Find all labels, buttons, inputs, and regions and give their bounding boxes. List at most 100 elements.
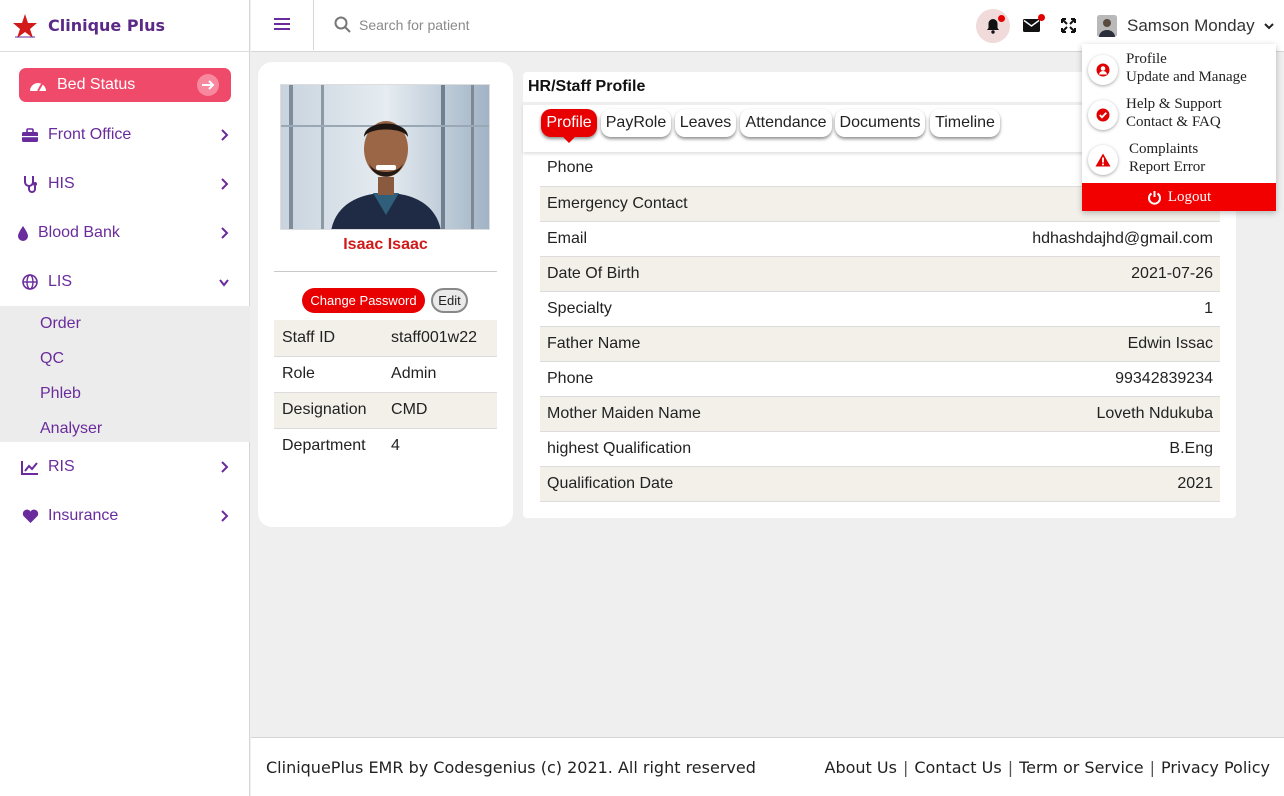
row-label: highest Qualification xyxy=(540,431,855,467)
edit-button[interactable]: Edit xyxy=(431,288,468,313)
menu-item-help[interactable]: Help & Support Contact & FAQ xyxy=(1082,91,1276,135)
sidebar: Clinique Plus Bed Status Front Office HI… xyxy=(0,0,250,796)
sidebar-item-ris[interactable]: RIS xyxy=(0,447,250,487)
arrow-right-icon xyxy=(197,74,219,96)
staff-photo xyxy=(280,84,490,230)
table-row: Designation CMD xyxy=(274,392,497,429)
table-row: Qualification Date 2021 xyxy=(540,466,1220,502)
user-name: Samson Monday xyxy=(1127,16,1255,35)
menu-toggle-icon[interactable] xyxy=(274,17,290,31)
sidebar-item-lis[interactable]: LIS xyxy=(0,262,250,302)
submenu-item-analyser[interactable]: Analyser xyxy=(40,420,102,438)
footer-separator: | xyxy=(1149,758,1155,777)
table-row: Department 4 xyxy=(274,428,497,464)
menu-item-profile[interactable]: Profile Update and Manage xyxy=(1082,46,1276,90)
chevron-down-icon xyxy=(1263,23,1274,30)
tab-leaves[interactable]: Leaves xyxy=(675,109,736,137)
submenu-item-order[interactable]: Order xyxy=(40,315,81,333)
table-row: highest Qualification B.Eng xyxy=(540,431,1220,467)
chevron-right-icon xyxy=(221,178,229,190)
user-circle-icon xyxy=(1088,55,1118,85)
submenu-item-phleb[interactable]: Phleb xyxy=(40,385,81,403)
sidebar-item-label: HIS xyxy=(48,175,75,192)
row-label: Email xyxy=(540,221,855,257)
gauge-icon xyxy=(30,83,46,92)
footer-link-privacy[interactable]: Privacy Policy xyxy=(1161,758,1270,777)
sidebar-item-label: Blood Bank xyxy=(38,224,120,241)
menu-item-subtitle: Report Error xyxy=(1129,159,1206,175)
row-label: Phone xyxy=(540,151,855,187)
field-value: Admin xyxy=(387,356,497,393)
tab-attendance[interactable]: Attendance xyxy=(740,109,832,137)
table-row: Date Of Birth 2021-07-26 xyxy=(540,256,1220,292)
sidebar-item-label: RIS xyxy=(48,458,75,475)
table-row: Staff ID staff001w22 xyxy=(274,320,497,357)
briefcase-icon xyxy=(20,126,40,144)
logout-button[interactable]: Logout xyxy=(1082,183,1276,211)
chevron-right-icon xyxy=(221,227,229,239)
user-menu-toggle[interactable]: Samson Monday xyxy=(1097,15,1275,37)
star-logo-icon xyxy=(13,13,37,38)
tab-payrole[interactable]: PayRole xyxy=(601,109,671,137)
footer-link-contact[interactable]: Contact Us xyxy=(914,758,1001,777)
row-label: Emergency Contact xyxy=(540,186,855,222)
menu-item-title: Profile xyxy=(1126,51,1167,67)
row-value: Edwin Issac xyxy=(854,326,1220,362)
expand-icon xyxy=(1060,17,1076,33)
menu-item-text: Complaints Report Error xyxy=(1129,140,1205,176)
power-icon xyxy=(1147,190,1161,205)
sidebar-item-label: Front Office xyxy=(48,126,132,143)
user-avatar xyxy=(1097,15,1117,37)
row-label: Date Of Birth xyxy=(540,256,855,292)
table-row: Role Admin xyxy=(274,356,497,393)
messages-button[interactable] xyxy=(1014,8,1048,42)
bed-status-button[interactable]: Bed Status xyxy=(19,68,231,102)
submenu-item-qc[interactable]: QC xyxy=(40,350,64,368)
footer-separator: | xyxy=(1007,758,1014,777)
envelope-icon xyxy=(1022,18,1040,32)
table-row: Specialty 1 xyxy=(540,291,1220,327)
footer-separator: | xyxy=(902,758,909,777)
footer-link-terms[interactable]: Term or Service xyxy=(1019,758,1143,777)
brand-name: Clinique Plus xyxy=(48,16,165,35)
notifications-button[interactable] xyxy=(976,9,1010,43)
sidebar-item-insurance[interactable]: Insurance xyxy=(0,496,250,536)
tab-timeline[interactable]: Timeline xyxy=(930,109,1000,137)
field-label: Role xyxy=(274,356,388,393)
brand[interactable]: Clinique Plus xyxy=(0,0,249,52)
chevron-right-icon xyxy=(221,461,229,473)
field-value: staff001w22 xyxy=(387,320,497,357)
tab-documents[interactable]: Documents xyxy=(835,109,925,137)
tab-profile[interactable]: Profile xyxy=(541,109,597,143)
change-password-button[interactable]: Change Password xyxy=(302,288,425,313)
menu-item-title: Complaints xyxy=(1129,141,1199,157)
chart-line-icon xyxy=(20,458,40,476)
field-value: CMD xyxy=(387,392,497,429)
field-label: Designation xyxy=(274,392,388,429)
row-value: 2021 xyxy=(854,466,1220,502)
topbar-divider xyxy=(313,0,314,50)
menu-item-subtitle: Update and Manage xyxy=(1126,69,1247,85)
row-value: Loveth Ndukuba xyxy=(854,396,1220,432)
sidebar-item-front-office[interactable]: Front Office xyxy=(0,115,250,155)
field-label: Department xyxy=(282,437,366,455)
check-circle-icon xyxy=(1088,100,1118,130)
menu-item-complaints[interactable]: Complaints Report Error xyxy=(1082,136,1276,180)
message-dot xyxy=(1038,14,1045,21)
sidebar-item-blood-bank[interactable]: Blood Bank xyxy=(0,213,250,253)
row-value: 1 xyxy=(854,291,1220,327)
globe-icon xyxy=(20,273,40,291)
droplet-icon xyxy=(16,224,30,242)
footer-link-about[interactable]: About Us xyxy=(825,758,897,777)
fullscreen-button[interactable] xyxy=(1051,8,1085,42)
footer: CliniquePlus EMR by Codesgenius (c) 2021… xyxy=(251,737,1284,796)
row-value: 99342839234 xyxy=(854,361,1220,397)
table-row: Mother Maiden Name Loveth Ndukuba xyxy=(540,396,1220,432)
menu-item-title: Help & Support xyxy=(1126,96,1222,112)
sidebar-item-his[interactable]: HIS xyxy=(0,164,250,204)
row-value: B.Eng xyxy=(854,431,1220,467)
search-input[interactable] xyxy=(359,14,659,36)
chevron-down-icon xyxy=(219,279,229,287)
footer-links: About Us | Contact Us | Term or Service … xyxy=(825,758,1271,777)
notification-dot xyxy=(998,15,1005,22)
